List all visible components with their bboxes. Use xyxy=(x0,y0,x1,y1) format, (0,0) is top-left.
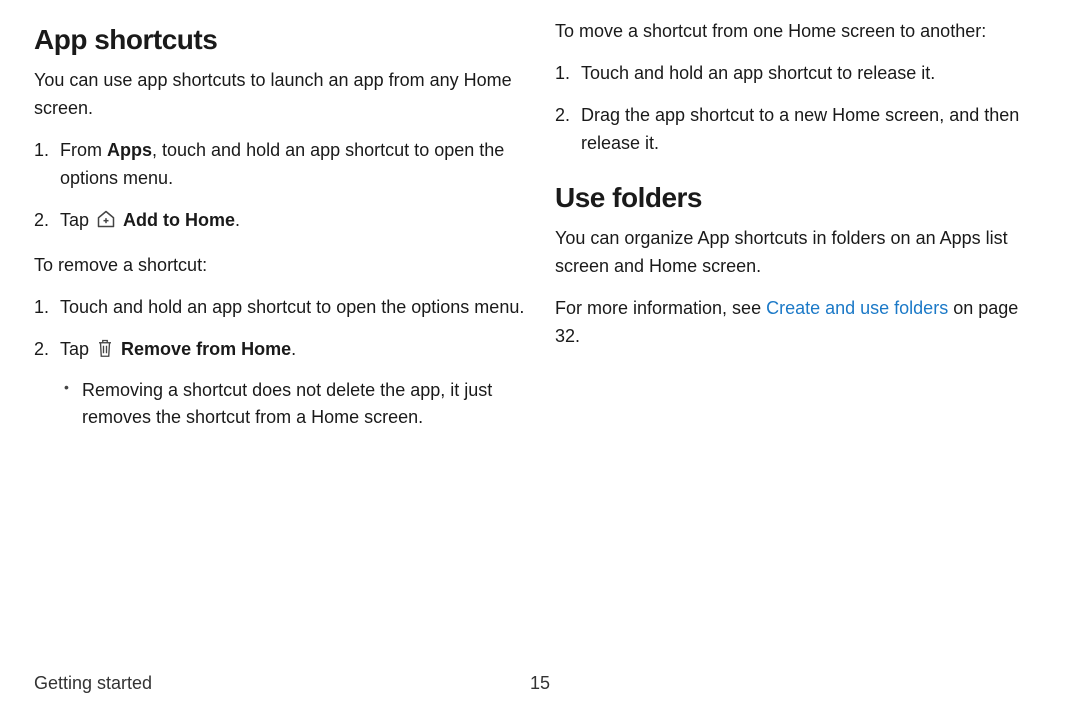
move-intro: To move a shortcut from one Home screen … xyxy=(555,18,1046,46)
left-column: App shortcuts You can use app shortcuts … xyxy=(34,18,525,446)
add-to-home-icon xyxy=(96,209,116,238)
heading-use-folders: Use folders xyxy=(555,176,1046,219)
remove-note: Removing a shortcut does not delete the … xyxy=(82,377,525,433)
add-shortcut-steps: From Apps, touch and hold an app shortcu… xyxy=(34,137,525,238)
move-step-2: Drag the app shortcut to a new Home scre… xyxy=(581,102,1046,158)
remove-intro: To remove a shortcut: xyxy=(34,252,525,280)
remove-from-home-label: Remove from Home xyxy=(121,339,291,359)
text: . xyxy=(291,339,296,359)
page-number: 15 xyxy=(0,670,1080,698)
manual-page: App shortcuts You can use app shortcuts … xyxy=(0,0,1080,720)
remove-step-1: Touch and hold an app shortcut to open t… xyxy=(60,294,525,322)
folders-paragraph: You can organize App shortcuts in folder… xyxy=(555,225,1046,281)
right-column: To move a shortcut from one Home screen … xyxy=(555,18,1046,446)
text: . xyxy=(235,210,240,230)
remove-step-2: Tap Remove from Home. Removing a shortcu… xyxy=(60,336,525,433)
intro-paragraph: You can use app shortcuts to launch an a… xyxy=(34,67,525,123)
text: For more information, see xyxy=(555,298,766,318)
text: Tap xyxy=(60,210,94,230)
add-step-2: Tap Add to Home. xyxy=(60,207,525,238)
more-info-paragraph: For more information, see Create and use… xyxy=(555,295,1046,351)
add-step-1: From Apps, touch and hold an app shortcu… xyxy=(60,137,525,193)
text: Tap xyxy=(60,339,94,359)
text: From xyxy=(60,140,107,160)
remove-note-list: Removing a shortcut does not delete the … xyxy=(60,377,525,433)
two-column-layout: App shortcuts You can use app shortcuts … xyxy=(34,18,1046,446)
remove-from-home-icon xyxy=(96,338,114,367)
remove-shortcut-steps: Touch and hold an app shortcut to open t… xyxy=(34,294,525,433)
apps-label: Apps xyxy=(107,140,152,160)
add-to-home-label: Add to Home xyxy=(123,210,235,230)
move-step-1: Touch and hold an app shortcut to releas… xyxy=(581,60,1046,88)
move-shortcut-steps: Touch and hold an app shortcut to releas… xyxy=(555,60,1046,158)
heading-app-shortcuts: App shortcuts xyxy=(34,18,525,61)
create-and-use-folders-link[interactable]: Create and use folders xyxy=(766,298,948,318)
